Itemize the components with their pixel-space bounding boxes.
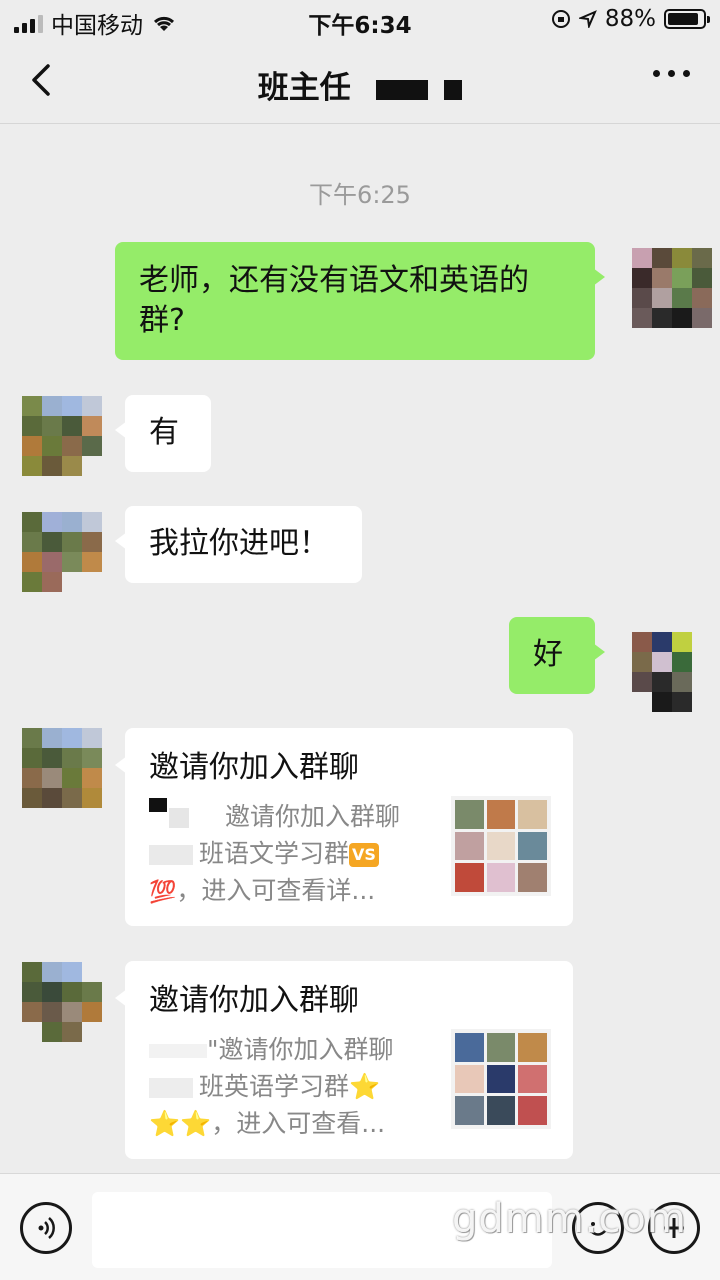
contact-avatar[interactable]: [22, 962, 102, 1042]
redaction-block: [375, 79, 428, 100]
watermark: gdmm.com: [452, 1196, 687, 1242]
hundred-emoji-icon: 💯: [149, 880, 177, 905]
redaction-block: [444, 79, 463, 100]
chat-title-text: 班主任: [257, 70, 351, 106]
voice-waves-icon: [38, 1217, 55, 1239]
battery-icon: [664, 9, 710, 29]
my-avatar[interactable]: [632, 632, 712, 712]
voice-icon[interactable]: [20, 1202, 72, 1254]
invite-line-1: "邀请你加入群聊: [207, 1035, 394, 1064]
contact-avatar[interactable]: [22, 512, 102, 592]
group-invite-card[interactable]: 邀请你加入群聊 "邀请你加入群聊 班英语学习群⭐ ⭐⭐，进入可查看...: [115, 961, 573, 1159]
status-bar: 中国移动 下午6:34 88%: [0, 0, 720, 40]
invite-title: 邀请你加入群聊: [149, 750, 359, 785]
chat-timestamp: 下午6:25: [309, 181, 411, 209]
my-avatar[interactable]: [632, 248, 712, 328]
redaction-block: [149, 1078, 193, 1098]
redaction-block: [149, 845, 193, 865]
rotation-lock-icon: [551, 10, 570, 28]
invite-description: 邀请你加入群聊 班语文学习群 VS 💯，进入可查看详...: [149, 798, 429, 911]
vs-emoji-icon: VS: [349, 843, 379, 867]
invite-line-2: 班英语学习群⭐: [199, 1072, 381, 1101]
invite-line-3: ，进入可查看详...: [176, 876, 376, 905]
location-icon: [578, 10, 597, 28]
status-right: 88%: [551, 6, 710, 32]
message-text: 老师，还有没有语文和英语的群?: [139, 263, 529, 338]
contact-avatar[interactable]: [22, 728, 102, 808]
chat-title: 班主任: [0, 62, 720, 107]
message-bubble-sent[interactable]: 好: [509, 617, 605, 694]
redaction-block: [149, 1044, 207, 1058]
invite-line-1: 邀请你加入群聊: [225, 802, 401, 831]
nav-bar: 班主任: [0, 40, 720, 124]
redaction-block: [169, 808, 189, 828]
message-bubble-sent[interactable]: 老师，还有没有语文和英语的群?: [115, 242, 605, 360]
invite-description: "邀请你加入群聊 班英语学习群⭐ ⭐⭐，进入可查看...: [149, 1031, 429, 1142]
message-text: 有: [149, 415, 179, 450]
battery-percent: 88%: [604, 6, 656, 32]
invite-line-3: ⭐⭐，进入可查看...: [149, 1109, 386, 1138]
invite-title: 邀请你加入群聊: [149, 983, 359, 1018]
group-thumbnail: [451, 1029, 551, 1129]
message-text: 我拉你进吧！: [149, 526, 329, 561]
message-bubble-received[interactable]: 有: [115, 395, 211, 472]
message-text: 好: [533, 637, 563, 672]
contact-avatar[interactable]: [22, 396, 102, 476]
group-invite-card[interactable]: 邀请你加入群聊 邀请你加入群聊 班语文学习群 VS 💯，进入可查看详...: [115, 728, 573, 926]
more-dots-icon[interactable]: [653, 70, 690, 77]
redaction-block: [149, 798, 167, 812]
message-bubble-received[interactable]: 我拉你进吧！: [115, 506, 362, 583]
group-thumbnail: [451, 796, 551, 896]
invite-line-2: 班语文学习群: [199, 839, 350, 868]
